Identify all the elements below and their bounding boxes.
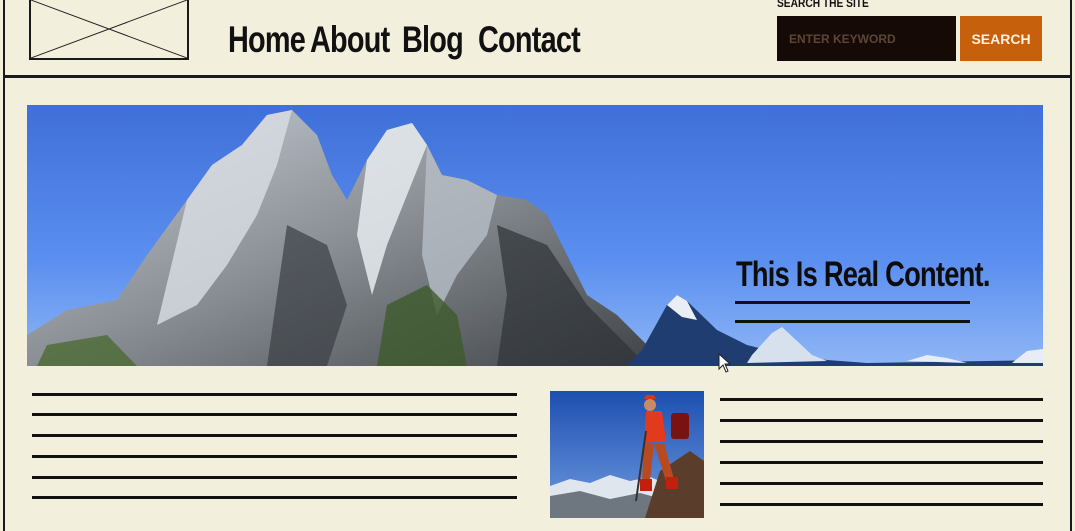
- text-placeholder-line: [720, 440, 1043, 443]
- text-placeholder-line: [32, 413, 517, 416]
- nav-contact-link[interactable]: Contact: [478, 18, 581, 62]
- text-placeholder-line: [32, 393, 517, 396]
- main-nav: Home About Blog Contact: [228, 18, 588, 62]
- text-placeholder-line: [32, 476, 517, 479]
- nav-home-link[interactable]: Home: [228, 18, 306, 62]
- hiker-thumbnail-image: [550, 391, 704, 518]
- text-placeholder-line: [32, 455, 517, 458]
- nav-blog-link[interactable]: Blog: [402, 18, 464, 62]
- text-placeholder-line: [720, 461, 1043, 464]
- hero-title: This Is Real Content.: [736, 255, 990, 294]
- hero-title-underline: [735, 301, 970, 304]
- text-placeholder-line: [32, 434, 517, 437]
- header-divider: [3, 75, 1072, 78]
- search-input[interactable]: [777, 16, 956, 61]
- hero-title-underline-2: [735, 320, 970, 323]
- text-placeholder-line: [720, 503, 1043, 506]
- logo-placeholder-icon[interactable]: [29, 0, 189, 60]
- hero-banner-image: [27, 105, 1043, 366]
- text-placeholder-line: [32, 496, 517, 499]
- mouse-cursor-icon: [718, 353, 732, 373]
- search-label: SEARCH THE SITE: [777, 0, 869, 10]
- text-placeholder-line: [720, 482, 1043, 485]
- nav-about-link[interactable]: About: [310, 18, 390, 62]
- search-button[interactable]: SEARCH: [960, 16, 1042, 61]
- text-placeholder-line: [720, 419, 1043, 422]
- text-placeholder-line: [720, 398, 1043, 401]
